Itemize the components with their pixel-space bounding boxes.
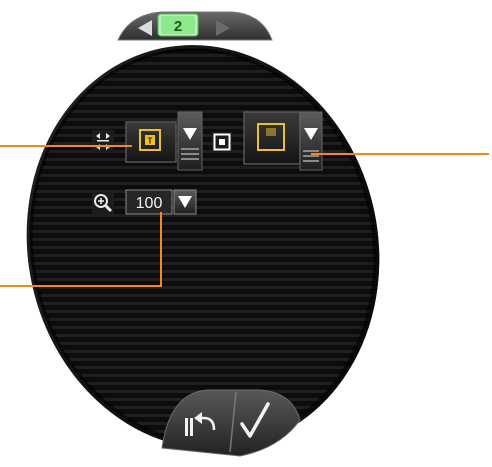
- text-frame-glyph: T: [148, 137, 153, 146]
- panel-stripe: [20, 350, 400, 353]
- panel-stripe: [20, 382, 400, 385]
- panel-stripe: [20, 246, 400, 249]
- panel-stripe: [20, 182, 400, 185]
- panel-stripe: [20, 318, 400, 321]
- undo-bar-icon: [185, 418, 188, 436]
- panel-stage: 2 T 100: [0, 0, 492, 462]
- panel-stripe: [20, 238, 400, 241]
- panel-stripe: [20, 222, 400, 225]
- panel-stripe: [20, 206, 400, 209]
- panel-stripe: [20, 166, 400, 169]
- text-frame-dropdown-button[interactable]: [177, 111, 203, 171]
- panel-stripe: [20, 110, 400, 113]
- panel-stripe: [20, 230, 400, 233]
- panel-stripe: [20, 94, 400, 97]
- frame-icon: [212, 132, 232, 152]
- page-number: 2: [174, 18, 182, 35]
- page-number-tab[interactable]: 2: [157, 13, 199, 37]
- callout-line-zoom-horizontal: [0, 285, 162, 287]
- zoom-value-field[interactable]: 100: [125, 189, 173, 215]
- panel-stripe: [20, 358, 400, 361]
- panel-stripe: [20, 310, 400, 313]
- panel-stripe: [20, 326, 400, 329]
- panel-stripe: [20, 302, 400, 305]
- callout-line-fit: [0, 145, 132, 147]
- zoom-value: 100: [136, 195, 163, 212]
- panel-stripe: [20, 54, 400, 57]
- panel-stripe: [20, 214, 400, 217]
- panel-stripe: [20, 254, 400, 257]
- panel-stripe: [20, 126, 400, 129]
- panel-stripe: [20, 334, 400, 337]
- page-icon-tile: [266, 128, 276, 136]
- panel-stripe: [20, 342, 400, 345]
- panel-stripe: [20, 278, 400, 281]
- panel-stripe: [20, 78, 400, 81]
- zoom-dropdown-button[interactable]: [173, 189, 197, 215]
- page-dropdown-button[interactable]: [299, 111, 323, 171]
- panel-stripe: [20, 270, 400, 273]
- magnifier-plus-icon: [92, 192, 114, 214]
- callout-line-page: [311, 153, 489, 155]
- undo-bar-icon: [190, 418, 193, 436]
- panel-stripe: [20, 262, 400, 265]
- oval-control-panel: 2 T 100: [20, 11, 400, 457]
- panel-stripe: [20, 62, 400, 65]
- callout-line-zoom-vertical: [160, 212, 162, 287]
- panel-stripe: [20, 198, 400, 201]
- panel-stripe: [20, 118, 400, 121]
- page-button[interactable]: [243, 111, 301, 165]
- panel-stripe: [20, 174, 400, 177]
- panel-stripe: [20, 158, 400, 161]
- text-frame-button[interactable]: T: [125, 121, 177, 163]
- panel-stripe: [20, 190, 400, 193]
- fit-to-page-icon: [92, 130, 114, 152]
- panel-stripe: [20, 86, 400, 89]
- panel-stripe: [20, 70, 400, 73]
- panel-stripe: [20, 294, 400, 297]
